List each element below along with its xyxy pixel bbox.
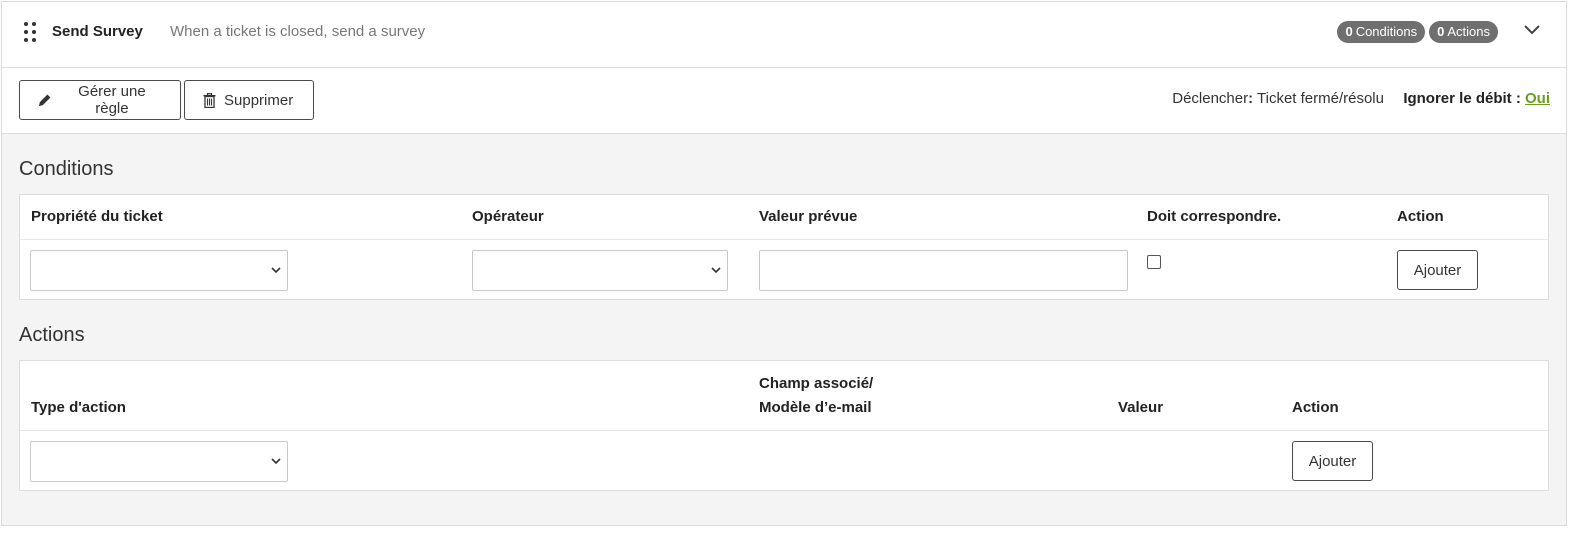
expected-value-input[interactable] [759, 250, 1128, 291]
header-property: Propriété du ticket [31, 208, 163, 225]
header-field-line1: Champ associé/ [759, 375, 874, 392]
operator-select[interactable] [472, 250, 728, 291]
delete-rule-button[interactable]: Supprimer [184, 80, 314, 120]
rule-name: Send Survey [52, 23, 143, 40]
ignore-throttle-link[interactable]: Oui [1525, 90, 1550, 107]
action-type-select[interactable] [30, 441, 288, 482]
rule-toolbar: Gérer une règle Supprimer Déclencher: Ti… [2, 68, 1566, 134]
header-operator: Opérateur [472, 208, 544, 225]
conditions-table: Propriété du ticket Opérateur Valeur pré… [19, 194, 1549, 300]
actions-title: Actions [19, 324, 85, 346]
actions-count-badge: 0 Actions [1429, 21, 1498, 43]
trash-icon [203, 92, 216, 108]
ignore-throttle-info: Ignorer le débit : Oui [1403, 90, 1550, 107]
rule-panel: Send Survey When a ticket is closed, sen… [1, 1, 1567, 526]
rule-description: When a ticket is closed, send a survey [170, 23, 426, 40]
header-action-type: Type d'action [31, 399, 126, 416]
chevron-down-icon [711, 267, 721, 274]
edit-rule-button[interactable]: Gérer une règle [19, 80, 181, 120]
add-condition-button[interactable]: Ajouter [1397, 250, 1478, 290]
chevron-down-icon [271, 267, 281, 274]
header-divider [20, 239, 1548, 240]
add-action-button[interactable]: Ajouter [1292, 441, 1373, 481]
header-field-line2: Modèle d’e-mail [759, 399, 872, 416]
trigger-info: Déclencher: Ticket fermé/résolu [1172, 90, 1384, 107]
header-expected-value: Valeur prévue [759, 208, 858, 225]
header-action: Action [1397, 208, 1444, 225]
drag-handle-icon[interactable] [22, 22, 38, 42]
header-must-match: Doit correspondre. [1147, 208, 1282, 225]
rule-header[interactable]: Send Survey When a ticket is closed, sen… [2, 2, 1566, 68]
header-value: Valeur [1118, 399, 1164, 416]
actions-table: Type d'action Champ associé/ Modèle d’e-… [19, 360, 1549, 491]
must-match-checkbox[interactable] [1147, 255, 1161, 269]
ticket-property-select[interactable] [30, 250, 288, 291]
chevron-down-icon [271, 458, 281, 465]
header-divider [20, 430, 1548, 431]
conditions-title: Conditions [19, 158, 114, 180]
rule-badges: 0 Conditions 0 Actions [1337, 21, 1498, 43]
chevron-down-icon[interactable] [1522, 22, 1542, 38]
pencil-icon [38, 94, 51, 106]
header-action: Action [1292, 399, 1339, 416]
conditions-count-badge: 0 Conditions [1337, 21, 1426, 43]
